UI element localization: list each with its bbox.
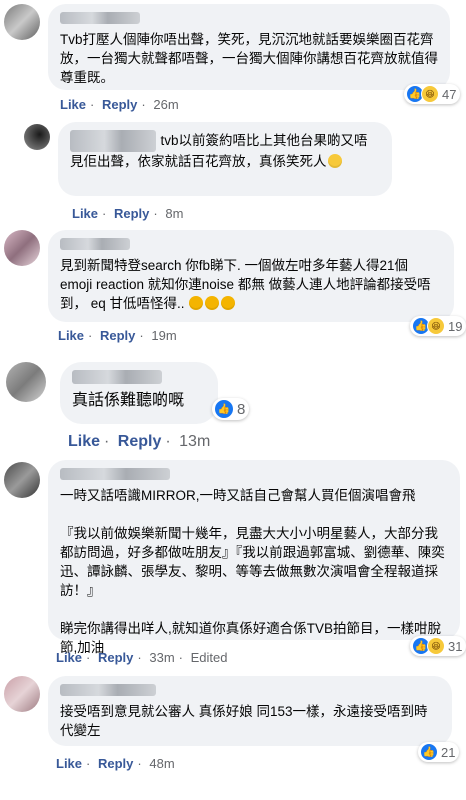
- reply-link[interactable]: Reply: [98, 650, 133, 665]
- comment-actions: Like · Reply · 26m: [60, 97, 179, 112]
- reply-link[interactable]: Reply: [114, 206, 149, 221]
- avatar[interactable]: [24, 124, 50, 150]
- like-link[interactable]: Like: [68, 433, 100, 450]
- comment-bubble: 見到新聞特登search 你fb睇下. 一個做左咁多年藝人得21個 emoji …: [48, 230, 454, 322]
- comment-text: 見到新聞特登search 你fb睇下. 一個做左咁多年藝人得21個 emoji …: [60, 258, 431, 311]
- reaction-count[interactable]: 👍 😆 31: [410, 636, 466, 656]
- comment-text: 一時又話唔識MIRROR,一時又話自己會幫人買佢個演唱會飛 『我以前做娛樂新聞十…: [60, 488, 445, 655]
- edited-label: Edited: [190, 650, 228, 665]
- comment-actions: Like · Reply · 13m: [68, 433, 211, 450]
- timestamp[interactable]: 13m: [179, 433, 210, 450]
- comment-text: 真話係難聽啲嘅: [72, 392, 185, 409]
- surprised-emoji-icon: [189, 296, 204, 310]
- comment-actions: Like · Reply · 19m: [58, 328, 177, 343]
- laughing-face-icon: 😆: [427, 637, 445, 655]
- comment-actions: Like · Reply · 48m: [56, 756, 175, 771]
- comment-bubble: 接受唔到意見就公審人 真係好娘 同153一樣，永遠接受唔到時代變左: [48, 676, 452, 746]
- reaction-count[interactable]: 👍 😆 19: [410, 316, 466, 336]
- reaction-count[interactable]: 👍 8: [212, 398, 250, 420]
- comment-bubble: Tvb打壓人個陣你唔出聲，笑死，見沉沉地就話要娛樂圈百花齊放，一台獨大就聲都唔聲…: [48, 4, 450, 90]
- timestamp[interactable]: 19m: [151, 328, 176, 343]
- timestamp[interactable]: 8m: [165, 206, 183, 221]
- comment-bubble: tvb以前簽約唔比上其他台果啲又唔見佢出聲，依家就話百花齊放，真係笑死人: [58, 122, 392, 196]
- timestamp[interactable]: 33m: [149, 650, 174, 665]
- timestamp[interactable]: 26m: [153, 97, 178, 112]
- avatar[interactable]: [4, 462, 40, 498]
- commenter-name[interactable]: [60, 684, 156, 696]
- reply-link[interactable]: Reply: [98, 756, 133, 771]
- avatar[interactable]: [4, 676, 40, 712]
- avatar[interactable]: [6, 362, 46, 402]
- timestamp[interactable]: 48m: [149, 756, 174, 771]
- laughing-face-icon: 😆: [421, 85, 439, 103]
- like-link[interactable]: Like: [56, 650, 82, 665]
- avatar[interactable]: [4, 230, 40, 266]
- reply-link[interactable]: Reply: [102, 97, 137, 112]
- comment-actions: Like · Reply · 8m: [72, 206, 184, 221]
- reaction-count[interactable]: 👍 😆 47: [404, 84, 461, 104]
- commenter-name[interactable]: [72, 370, 162, 384]
- reply-link[interactable]: Reply: [118, 433, 162, 450]
- laughing-face-icon: 😆: [427, 317, 445, 335]
- like-link[interactable]: Like: [58, 328, 84, 343]
- thumbs-up-icon: 👍: [214, 399, 234, 419]
- avatar[interactable]: [4, 4, 40, 40]
- comment-text: Tvb打壓人個陣你唔出聲，笑死，見沉沉地就話要娛樂圈百花齊放，一台獨大就聲都唔聲…: [60, 32, 438, 85]
- comment-actions: Like · Reply · 33m · Edited: [56, 650, 228, 665]
- surprised-emoji-icon: [221, 296, 236, 310]
- commenter-name[interactable]: [60, 238, 130, 250]
- comment-bubble: 真話係難聽啲嘅: [60, 362, 218, 424]
- thumbs-up-icon: 👍: [420, 743, 438, 761]
- reaction-count[interactable]: 👍 21: [418, 742, 460, 762]
- commenter-name[interactable]: [70, 130, 156, 152]
- like-link[interactable]: Like: [56, 756, 82, 771]
- comment-text: 接受唔到意見就公審人 真係好娘 同153一樣，永遠接受唔到時代變左: [60, 704, 428, 738]
- reply-link[interactable]: Reply: [100, 328, 135, 343]
- like-link[interactable]: Like: [60, 97, 86, 112]
- like-link[interactable]: Like: [72, 206, 98, 221]
- surprised-emoji-icon: [205, 296, 220, 310]
- laughing-emoji-icon: [327, 154, 342, 168]
- comment-bubble: 一時又話唔識MIRROR,一時又話自己會幫人買佢個演唱會飛 『我以前做娛樂新聞十…: [48, 460, 460, 655]
- commenter-name[interactable]: [60, 468, 170, 480]
- commenter-name[interactable]: [60, 12, 140, 24]
